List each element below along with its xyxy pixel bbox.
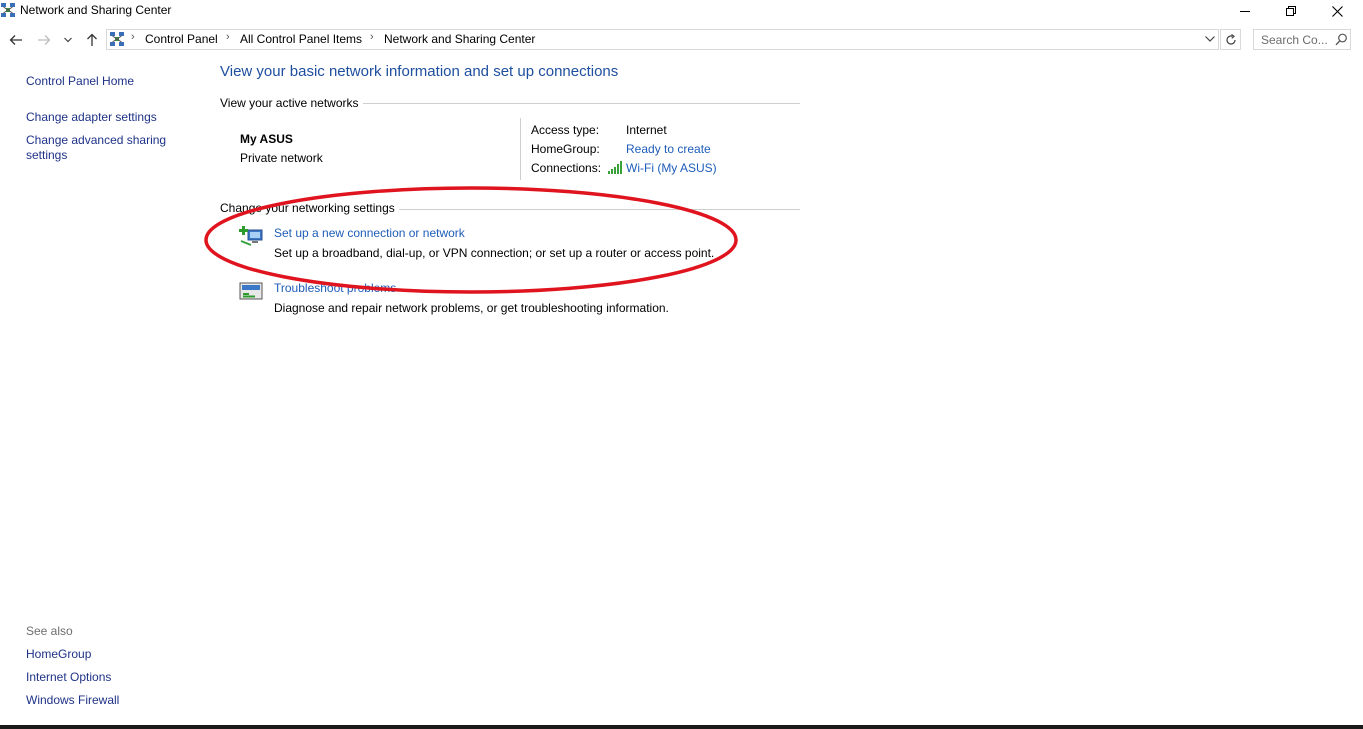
chevron-down-icon xyxy=(64,37,72,43)
connections-label: Connections: xyxy=(531,161,602,175)
homegroup-label: HomeGroup: xyxy=(531,142,600,156)
network-center-icon xyxy=(110,32,124,46)
change-settings-label: Change your networking settings xyxy=(220,201,399,215)
windows-firewall-link[interactable]: Windows Firewall xyxy=(26,693,119,707)
taskbar-edge xyxy=(0,725,1363,729)
search-icon[interactable] xyxy=(1335,33,1348,46)
up-arrow-icon xyxy=(87,33,97,46)
close-icon xyxy=(1331,5,1343,17)
title-bar xyxy=(0,0,1363,22)
control-panel-home-link[interactable]: Control Panel Home xyxy=(26,74,134,88)
refresh-button[interactable] xyxy=(1220,29,1241,50)
network-center-icon xyxy=(1,3,15,17)
internet-options-link[interactable]: Internet Options xyxy=(26,670,111,684)
breadcrumb-separator-icon[interactable]: › xyxy=(131,31,135,43)
wifi-signal-icon xyxy=(608,161,622,174)
change-advanced-sharing-link[interactable]: Change advanced sharing settings xyxy=(26,133,176,163)
access-type-value: Internet xyxy=(626,123,667,137)
address-dropdown-button[interactable] xyxy=(1203,32,1217,46)
troubleshoot-icon[interactable] xyxy=(239,281,265,303)
window-title: Network and Sharing Center xyxy=(20,3,172,17)
network-type[interactable]: Private network xyxy=(240,151,323,165)
back-button[interactable] xyxy=(6,31,26,49)
chevron-down-icon xyxy=(1205,36,1215,42)
setup-connection-description: Set up a broadband, dial-up, or VPN conn… xyxy=(274,246,715,260)
vertical-divider xyxy=(520,118,521,180)
minimize-button[interactable] xyxy=(1222,0,1268,22)
back-arrow-icon xyxy=(9,35,22,45)
recent-locations-button[interactable] xyxy=(61,31,75,49)
troubleshoot-link[interactable]: Troubleshoot problems xyxy=(274,281,396,295)
page-title: View your basic network information and … xyxy=(220,63,619,80)
forward-button[interactable] xyxy=(34,31,54,49)
see-also-label: See also xyxy=(26,624,73,638)
homegroup-ready-link[interactable]: Ready to create xyxy=(626,142,711,156)
breadcrumb-separator-icon[interactable]: › xyxy=(370,31,374,43)
search-input[interactable] xyxy=(1254,30,1341,49)
homegroup-link[interactable]: HomeGroup xyxy=(26,647,91,661)
breadcrumb-control-panel[interactable]: Control Panel xyxy=(145,32,218,46)
breadcrumb-separator-icon[interactable]: › xyxy=(226,31,230,43)
up-button[interactable] xyxy=(82,31,102,49)
access-type-label: Access type: xyxy=(531,123,600,137)
restore-icon xyxy=(1286,6,1296,16)
new-connection-icon[interactable] xyxy=(239,225,265,247)
wifi-connection-link[interactable]: Wi-Fi (My ASUS) xyxy=(626,161,717,175)
troubleshoot-description: Diagnose and repair network problems, or… xyxy=(274,301,669,315)
setup-connection-link[interactable]: Set up a new connection or network xyxy=(274,226,465,240)
close-button[interactable] xyxy=(1314,0,1360,22)
change-adapter-settings-link[interactable]: Change adapter settings xyxy=(26,110,157,124)
breadcrumb-network-center[interactable]: Network and Sharing Center xyxy=(384,32,535,46)
refresh-icon xyxy=(1225,33,1236,45)
forward-arrow-icon xyxy=(38,35,51,45)
network-name: My ASUS xyxy=(240,132,293,146)
restore-button[interactable] xyxy=(1268,0,1314,22)
search-box[interactable] xyxy=(1253,29,1351,50)
active-networks-label: View your active networks xyxy=(220,96,363,110)
minimize-icon xyxy=(1240,11,1250,12)
breadcrumb-all-items[interactable]: All Control Panel Items xyxy=(240,32,362,46)
